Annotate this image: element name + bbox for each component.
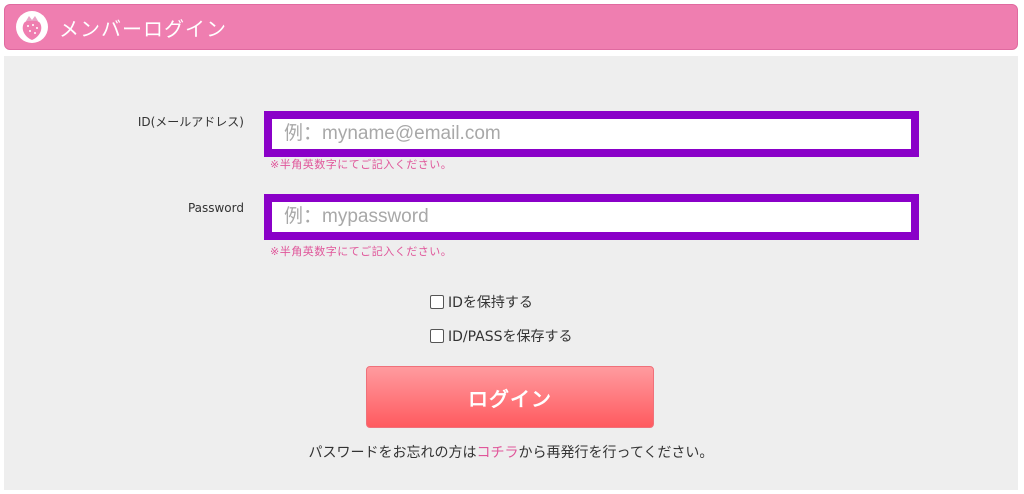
password-label: Password	[187, 201, 244, 215]
login-panel: ID(メールアドレス) ※半角英数字にてご記入ください。 Password ※半…	[4, 56, 1018, 490]
strawberry-icon	[16, 11, 48, 43]
password-hint: ※半角英数字にてご記入ください。	[270, 245, 453, 258]
remember-id-label: IDを保持する	[448, 295, 533, 311]
page-header: メンバーログイン	[4, 4, 1018, 50]
id-field-wrapper	[264, 111, 919, 157]
password-field-wrapper	[264, 194, 919, 240]
page-title: メンバーログイン	[59, 16, 227, 41]
forgot-text-after: から再発行を行ってください。	[518, 445, 714, 461]
id-hint: ※半角英数字にてご記入ください。	[270, 158, 453, 171]
forgot-text-before: パスワードをお忘れの方は	[308, 445, 477, 461]
remember-id-checkbox[interactable]	[430, 295, 444, 309]
remember-id-option[interactable]: IDを保持する	[430, 292, 533, 312]
remember-idpass-option[interactable]: ID/PASSを保存する	[430, 326, 573, 346]
remember-idpass-label: ID/PASSを保存する	[448, 329, 573, 345]
forgot-password-text: パスワードをお忘れの方はコチラから再発行を行ってください。	[4, 442, 1018, 462]
password-input[interactable]	[270, 200, 913, 234]
id-label: ID(メールアドレス)	[137, 115, 244, 129]
login-button[interactable]: ログイン	[366, 366, 654, 428]
id-input[interactable]	[270, 117, 913, 151]
remember-idpass-checkbox[interactable]	[430, 329, 444, 343]
forgot-password-link[interactable]: コチラ	[477, 445, 519, 461]
